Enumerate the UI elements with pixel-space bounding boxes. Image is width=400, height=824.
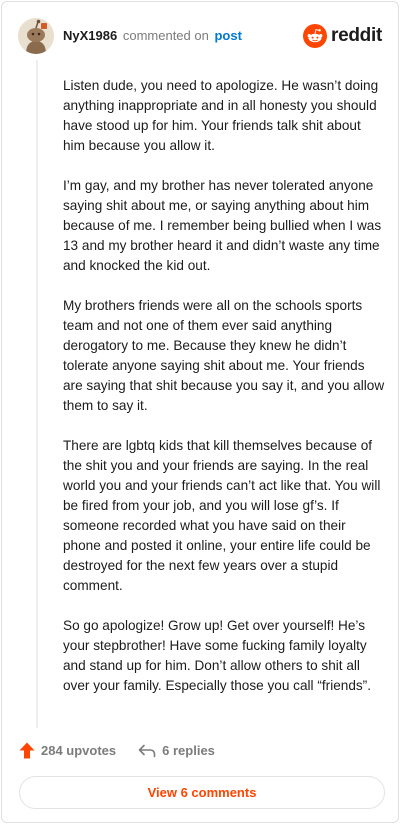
comment-paragraph: I’m gay, and my brother has never tolera…	[63, 178, 382, 273]
reddit-logo-icon	[303, 24, 328, 48]
upvote-arrow-icon	[19, 742, 35, 759]
upvote-button[interactable]: 284 upvotes	[19, 742, 116, 759]
avatar[interactable]	[18, 18, 54, 54]
view-comments-button[interactable]: View 6 comments	[19, 776, 385, 809]
comment-paragraph: There are lgbtq kids that kill themselve…	[63, 438, 381, 593]
brand-wordmark: reddit	[331, 25, 382, 46]
comment-header: NyX1986 commented on post reddit	[18, 16, 382, 56]
comment-actions: 284 upvotes 6 replies	[19, 742, 215, 759]
comment-body: Listen dude, you need to apologize. He w…	[63, 76, 385, 716]
comment-card: NyX1986 commented on post reddit Listen …	[1, 1, 399, 823]
post-link[interactable]: post	[214, 28, 241, 43]
thread-line[interactable]	[36, 60, 38, 728]
reply-arrow-icon	[138, 744, 156, 757]
commented-label: commented on	[122, 28, 209, 43]
reply-count: 6 replies	[162, 743, 215, 758]
author-name[interactable]: NyX1986	[63, 28, 117, 43]
replies-button[interactable]: 6 replies	[138, 743, 215, 758]
comment-meta: NyX1986 commented on post	[63, 28, 242, 44]
comment-paragraph: My brothers friends were all on the scho…	[63, 298, 385, 413]
snoo-avatar-icon	[18, 18, 54, 54]
comment-paragraph: Listen dude, you need to apologize. He w…	[63, 78, 379, 153]
comment-paragraph: So go apologize! Grow up! Get over yours…	[63, 618, 371, 693]
reddit-brand[interactable]: reddit	[303, 24, 382, 48]
upvote-count: 284 upvotes	[41, 743, 117, 758]
